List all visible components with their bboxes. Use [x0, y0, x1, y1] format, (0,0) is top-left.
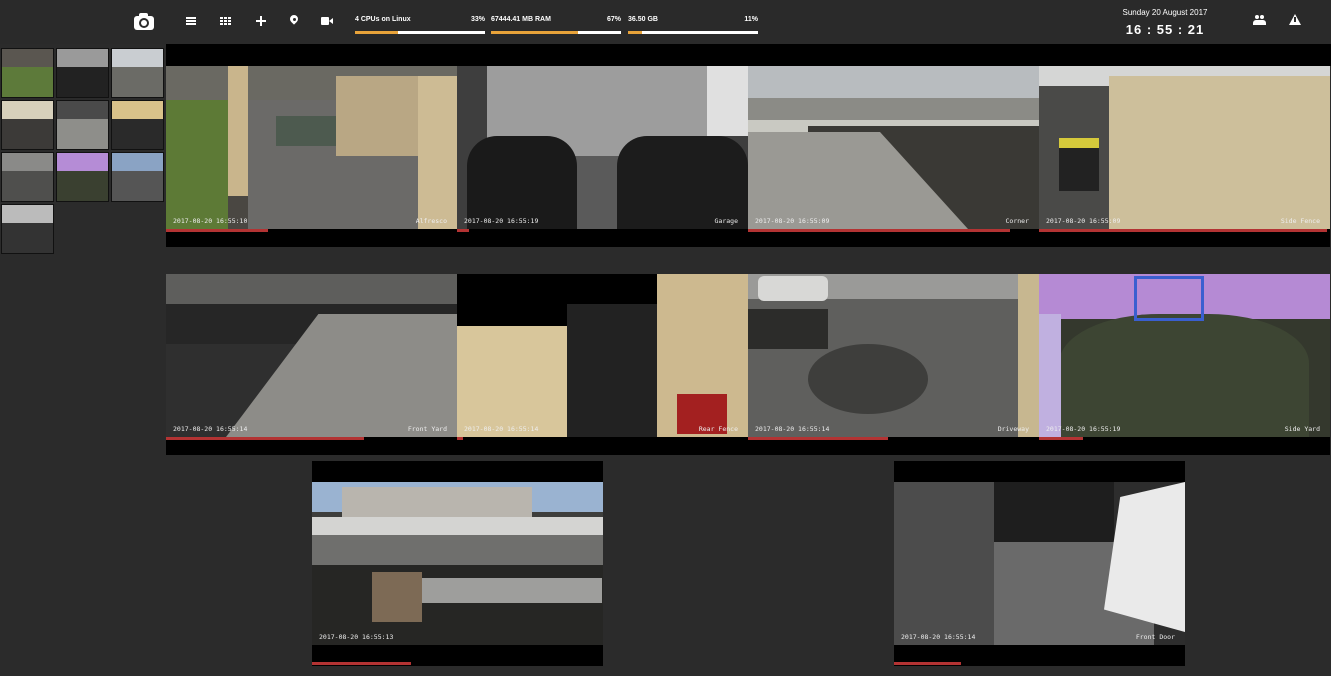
ram-bar: [491, 31, 621, 34]
camera-tile-side-yard[interactable]: 2017-08-20 16:55:19 Side Yard: [1039, 274, 1330, 437]
camera-timestamp: 2017-08-20 16:55:09: [1046, 217, 1121, 225]
thumbnail-side-yard[interactable]: [56, 152, 109, 202]
progress-bar: [166, 437, 457, 455]
top-toolbar: 4 CPUs on Linux 33% 67444.41 MB RAM 67% …: [0, 0, 1331, 44]
thumbnail-driveway[interactable]: [1, 152, 54, 202]
camera-timestamp: 2017-08-20 16:55:19: [464, 217, 539, 225]
progress-bar: [894, 645, 1185, 666]
plus-icon[interactable]: [255, 15, 267, 27]
progress-bar: [457, 229, 748, 247]
camera-name: Side Fence: [1280, 217, 1320, 225]
camera-name: Front Door: [1135, 633, 1175, 641]
cpu-bar: [355, 31, 485, 34]
camera-name: Rear Fence: [698, 425, 738, 433]
grid-header-band: [166, 44, 1331, 66]
camera-tile-driveway[interactable]: 2017-08-20 16:55:14 Driveway: [748, 274, 1039, 437]
camera-tile-side-fence[interactable]: 2017-08-20 16:55:09 Side Fence: [1039, 66, 1330, 229]
camera-timestamp: 2017-08-20 16:55:14: [173, 425, 248, 433]
camera-timestamp: 2017-08-20 16:55:10: [173, 217, 248, 225]
thumbnail-front-yard[interactable]: [56, 100, 109, 150]
camera-name: Front Yard: [407, 425, 447, 433]
camera-name: Driveway: [997, 425, 1029, 433]
date-text: Sunday 20 August 2017: [1122, 8, 1208, 17]
disk-percent: 11%: [744, 16, 758, 23]
camera-tile-front-yard[interactable]: 2017-08-20 16:55:14 Front Yard: [166, 274, 457, 437]
map-pin-icon[interactable]: [288, 13, 300, 27]
camera-timestamp: 2017-08-20 16:55:14: [464, 425, 539, 433]
camera-name: Side Yard: [1284, 425, 1320, 433]
thumbnail-garage[interactable]: [56, 48, 109, 98]
thumbnail-side-fence[interactable]: [1, 100, 54, 150]
camera-tile-alfresco[interactable]: 2017-08-20 16:55:10 Alfresco: [166, 66, 457, 229]
clock: Sunday 20 August 2017 16 : 55 : 21: [1110, 8, 1220, 37]
time-text: 16 : 55 : 21: [1125, 22, 1205, 37]
cpu-percent: 33%: [470, 16, 485, 23]
camera-thumbnail-sidebar: [0, 44, 166, 676]
camera-icon[interactable]: [133, 12, 155, 32]
disk-bar: [628, 31, 758, 34]
ram-label: 67444.41 MB RAM: [491, 16, 551, 23]
ram-stat: 67444.41 MB RAM 67%: [491, 16, 621, 38]
camera-timestamp: 2017-08-20 16:55:19: [1046, 425, 1121, 433]
users-icon[interactable]: [1253, 15, 1266, 27]
camera-name: Alfresco: [415, 217, 447, 225]
camera-tile-rear-fence[interactable]: 2017-08-20 16:55:14 Rear Fence: [457, 274, 748, 437]
camera-name: Corner: [1005, 217, 1029, 225]
camera-tile-front-door[interactable]: 2017-08-20 16:55:14 Front Door: [894, 482, 1185, 645]
progress-bar: [748, 229, 1039, 247]
camera-name: Garage: [714, 217, 738, 225]
progress-bar: [1039, 437, 1330, 455]
camera-timestamp: 2017-08-20 16:55:09: [755, 217, 830, 225]
thumbnail-corner[interactable]: [111, 48, 164, 98]
camera-tile-corner[interactable]: 2017-08-20 16:55:09 Corner: [748, 66, 1039, 229]
camera-timestamp: 2017-08-20 16:55:13: [319, 633, 394, 641]
warning-icon[interactable]: [1289, 14, 1301, 25]
tile-header: [312, 461, 603, 482]
grid-icon[interactable]: [220, 15, 232, 27]
thumbnail-alfresco[interactable]: [1, 48, 54, 98]
cpu-label: 4 CPUs on Linux: [355, 16, 411, 23]
ram-percent: 67%: [606, 16, 621, 23]
thumbnail-street[interactable]: [111, 152, 164, 202]
progress-bar: [166, 229, 457, 247]
thumbnail-front-door[interactable]: [1, 204, 54, 254]
progress-bar: [457, 437, 748, 455]
thumbnail-rear-fence[interactable]: [111, 100, 164, 150]
tile-header: [894, 461, 1185, 482]
camera-tile-garage[interactable]: 2017-08-20 16:55:19 Garage: [457, 66, 748, 229]
progress-bar: [312, 645, 603, 666]
video-icon[interactable]: [321, 15, 333, 27]
list-icon[interactable]: [185, 15, 197, 27]
cpu-stat: 4 CPUs on Linux 33%: [355, 16, 485, 38]
camera-timestamp: 2017-08-20 16:55:14: [901, 633, 976, 641]
progress-bar: [748, 437, 1039, 455]
camera-tile-street[interactable]: 2017-08-20 16:55:13: [312, 482, 603, 645]
progress-bar: [1039, 229, 1330, 247]
camera-timestamp: 2017-08-20 16:55:14: [755, 425, 830, 433]
disk-stat: 36.50 GB 11%: [628, 16, 758, 38]
disk-label: 36.50 GB: [628, 16, 658, 23]
